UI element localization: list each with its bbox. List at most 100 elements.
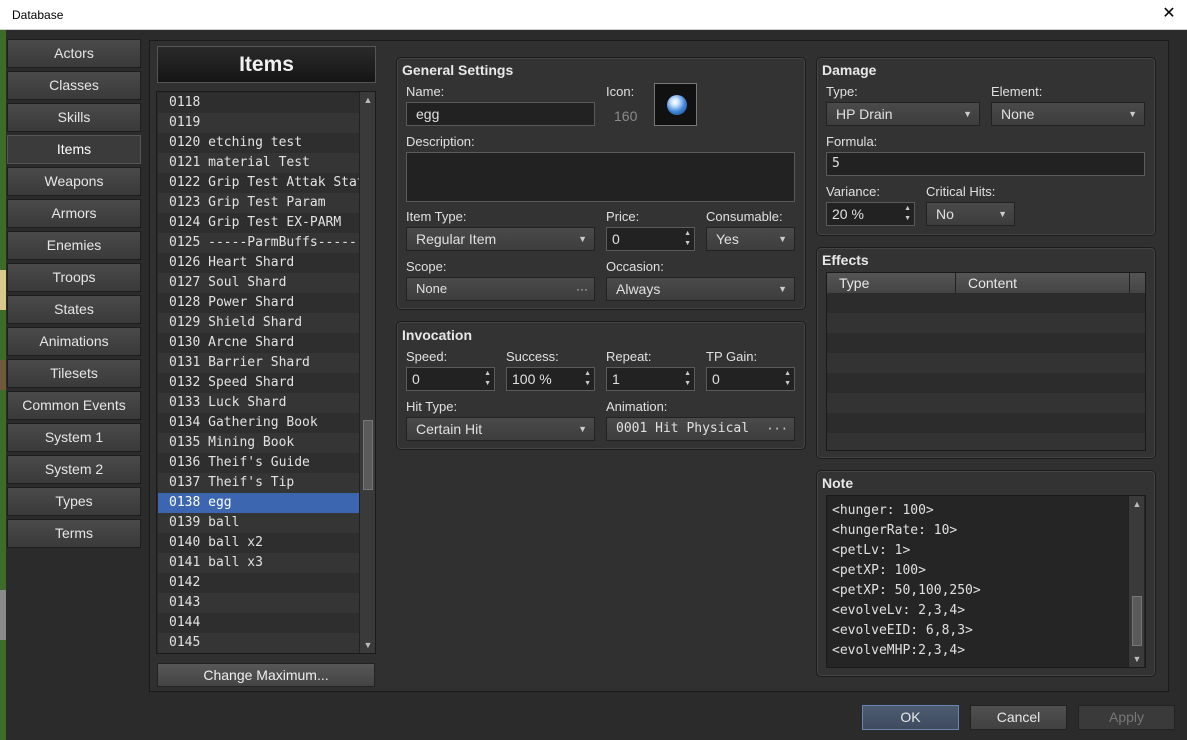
tab-common-events[interactable]: Common Events: [7, 391, 141, 420]
scroll-up-icon[interactable]: ▲: [360, 92, 376, 108]
cancel-button[interactable]: Cancel: [970, 705, 1067, 730]
effects-row[interactable]: [827, 373, 1145, 393]
list-item[interactable]: 0142: [158, 573, 359, 593]
effects-row[interactable]: [827, 333, 1145, 353]
stepper-arrows-icon[interactable]: ▲ ▼: [484, 369, 491, 389]
occasion-label: Occasion:: [606, 259, 664, 274]
stepper-arrows-icon[interactable]: ▲ ▼: [684, 229, 691, 249]
stepper-arrows-icon[interactable]: ▲ ▼: [584, 369, 591, 389]
tab-weapons[interactable]: Weapons: [7, 167, 141, 196]
stepper-arrows-icon[interactable]: ▲ ▼: [904, 204, 911, 224]
stepper-arrows-icon[interactable]: ▲ ▼: [684, 369, 691, 389]
item-list-scrollbar[interactable]: ▲ ▼: [359, 92, 375, 653]
list-item[interactable]: 0137 Theif's Tip: [158, 473, 359, 493]
tab-armors[interactable]: Armors: [7, 199, 141, 228]
ok-button[interactable]: OK: [862, 705, 959, 730]
effects-row[interactable]: [827, 413, 1145, 433]
tab-system-1[interactable]: System 1: [7, 423, 141, 452]
list-item[interactable]: 0124 Grip Test EX-PARM: [158, 213, 359, 233]
formula-field[interactable]: 5: [826, 152, 1145, 176]
tab-terms[interactable]: Terms: [7, 519, 141, 548]
effects-row[interactable]: [827, 293, 1145, 313]
effects-row[interactable]: [827, 393, 1145, 413]
animation-select[interactable]: 0001 Hit Physical ···: [606, 417, 795, 441]
list-item[interactable]: 0138 egg: [158, 493, 359, 513]
list-item[interactable]: 0134 Gathering Book: [158, 413, 359, 433]
damage-type-select[interactable]: HP Drain ▼: [826, 102, 980, 126]
success-stepper[interactable]: 100 % ▲ ▼: [506, 367, 595, 391]
success-label: Success:: [506, 349, 559, 364]
tab-troops[interactable]: Troops: [7, 263, 141, 292]
list-item[interactable]: 0144: [158, 613, 359, 633]
list-item[interactable]: 0120 etching test: [158, 133, 359, 153]
speed-stepper[interactable]: 0 ▲ ▼: [406, 367, 495, 391]
scope-select[interactable]: None ···: [406, 277, 595, 301]
apply-button[interactable]: Apply: [1078, 705, 1175, 730]
hit-type-select[interactable]: Certain Hit ▼: [406, 417, 595, 441]
effects-table[interactable]: Type Content: [826, 272, 1146, 451]
list-item[interactable]: 0130 Arcne Shard: [158, 333, 359, 353]
tab-tilesets[interactable]: Tilesets: [7, 359, 141, 388]
list-item[interactable]: 0122 Grip Test Attak State: [158, 173, 373, 193]
list-item[interactable]: 0136 Theif's Guide: [158, 453, 359, 473]
change-maximum-button[interactable]: Change Maximum...: [157, 663, 375, 687]
list-item[interactable]: 0125 -----ParmBuffs-------: [158, 233, 373, 253]
effects-col-content[interactable]: Content: [956, 273, 1130, 293]
list-item[interactable]: 0126 Heart Shard: [158, 253, 359, 273]
icon-index: 160: [614, 108, 638, 124]
variance-stepper[interactable]: 20 % ▲ ▼: [826, 202, 915, 226]
description-field[interactable]: [406, 152, 795, 202]
effects-col-type[interactable]: Type: [827, 273, 956, 293]
name-field[interactable]: egg: [406, 102, 595, 126]
note-scrollbar[interactable]: ▲ ▼: [1128, 496, 1144, 667]
effects-row[interactable]: [827, 353, 1145, 373]
scroll-down-icon[interactable]: ▼: [360, 637, 376, 653]
tab-system-2[interactable]: System 2: [7, 455, 141, 484]
stepper-arrows-icon[interactable]: ▲ ▼: [784, 369, 791, 389]
list-item[interactable]: 0118: [158, 93, 359, 113]
tab-enemies[interactable]: Enemies: [7, 231, 141, 260]
tab-skills[interactable]: Skills: [7, 103, 141, 132]
scroll-up-icon[interactable]: ▲: [1129, 496, 1145, 512]
ellipsis-icon: ···: [576, 282, 588, 296]
list-item[interactable]: 0140 ball x2: [158, 533, 359, 553]
scroll-thumb[interactable]: [1132, 596, 1142, 646]
list-item[interactable]: 0121 material Test: [158, 153, 359, 173]
list-item[interactable]: 0131 Barrier Shard: [158, 353, 359, 373]
effects-row[interactable]: [827, 433, 1145, 450]
tab-items[interactable]: Items: [7, 135, 141, 164]
tab-classes[interactable]: Classes: [7, 71, 141, 100]
effects-row[interactable]: [827, 313, 1145, 333]
critical-hits-select[interactable]: No ▼: [926, 202, 1015, 226]
repeat-stepper[interactable]: 1 ▲ ▼: [606, 367, 695, 391]
list-item[interactable]: 0143: [158, 593, 359, 613]
icon-picker[interactable]: [654, 83, 697, 126]
tp-gain-stepper[interactable]: 0 ▲ ▼: [706, 367, 795, 391]
list-item[interactable]: 0123 Grip Test Param: [158, 193, 359, 213]
occasion-select[interactable]: Always ▼: [606, 277, 795, 301]
tab-actors[interactable]: Actors: [7, 39, 141, 68]
list-item[interactable]: 0133 Luck Shard: [158, 393, 359, 413]
list-item[interactable]: 0119: [158, 113, 359, 133]
tab-animations[interactable]: Animations: [7, 327, 141, 356]
scroll-thumb[interactable]: [363, 420, 373, 490]
tab-states[interactable]: States: [7, 295, 141, 324]
list-item[interactable]: 0132 Speed Shard: [158, 373, 359, 393]
scroll-down-icon[interactable]: ▼: [1129, 651, 1145, 667]
tp-gain-value: 0: [712, 371, 720, 387]
item-list[interactable]: 0118 0119 0120 etching test 0121 material…: [156, 91, 376, 654]
list-item[interactable]: 0127 Soul Shard: [158, 273, 359, 293]
price-stepper[interactable]: 0 ▲ ▼: [606, 227, 695, 251]
item-type-select[interactable]: Regular Item ▼: [406, 227, 595, 251]
element-select[interactable]: None ▼: [991, 102, 1145, 126]
list-item[interactable]: 0128 Power Shard: [158, 293, 359, 313]
list-item[interactable]: 0141 ball x3: [158, 553, 359, 573]
list-item[interactable]: 0139 ball: [158, 513, 359, 533]
close-icon[interactable]: ✕: [1161, 5, 1177, 23]
list-item[interactable]: 0135 Mining Book: [158, 433, 359, 453]
list-item[interactable]: 0145: [158, 633, 359, 653]
list-item[interactable]: 0129 Shield Shard: [158, 313, 359, 333]
consumable-select[interactable]: Yes ▼: [706, 227, 795, 251]
note-textarea[interactable]: <hunger: 100> <hungerRate: 10> <petLv: 1> <…: [826, 495, 1146, 668]
tab-types[interactable]: Types: [7, 487, 141, 516]
